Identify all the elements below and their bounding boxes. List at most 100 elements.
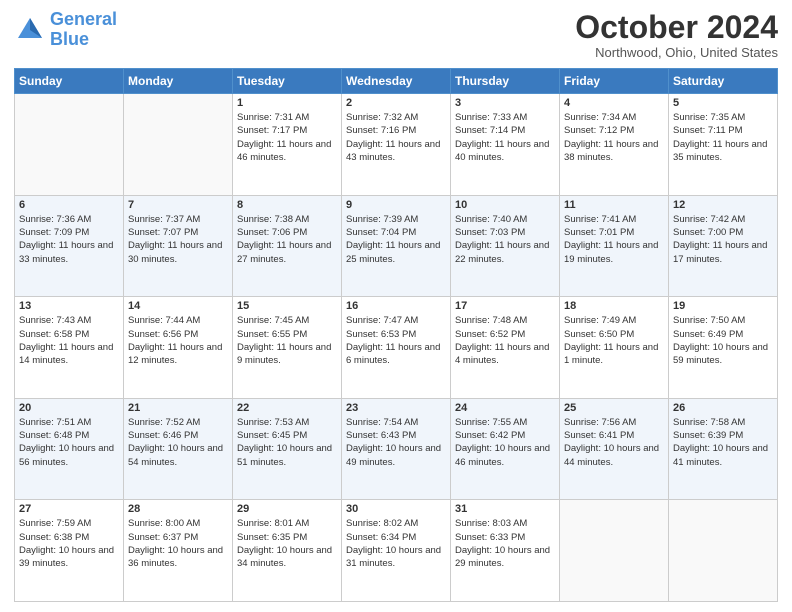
day-number: 21 <box>128 402 228 414</box>
day-info: Sunrise: 7:41 AM Sunset: 7:01 PM Dayligh… <box>564 213 664 266</box>
logo-line1: General <box>50 9 117 29</box>
calendar-cell: 15 Sunrise: 7:45 AM Sunset: 6:55 PM Dayli… <box>233 297 342 399</box>
calendar-table: SundayMondayTuesdayWednesdayThursdayFrid… <box>14 68 778 602</box>
calendar-cell <box>124 94 233 196</box>
day-info: Sunrise: 7:34 AM Sunset: 7:12 PM Dayligh… <box>564 111 664 164</box>
weekday-header-thursday: Thursday <box>451 69 560 94</box>
calendar-cell: 17 Sunrise: 7:48 AM Sunset: 6:52 PM Dayli… <box>451 297 560 399</box>
day-info: Sunrise: 7:53 AM Sunset: 6:45 PM Dayligh… <box>237 416 337 469</box>
week-row-0: 1 Sunrise: 7:31 AM Sunset: 7:17 PM Daylig… <box>15 94 778 196</box>
day-info: Sunrise: 7:51 AM Sunset: 6:48 PM Dayligh… <box>19 416 119 469</box>
day-number: 1 <box>237 97 337 109</box>
calendar-cell: 16Sunrise: 7:47 AM Sunset: 6:53 PM Dayli… <box>342 297 451 399</box>
calendar-cell: 24 Sunrise: 7:55 AM Sunset: 6:42 PM Dayli… <box>451 398 560 500</box>
page: General Blue October 2024 Northwood, Ohi… <box>0 0 792 612</box>
calendar-cell: 13 Sunrise: 7:43 AM Sunset: 6:58 PM Dayli… <box>15 297 124 399</box>
day-info: Sunrise: 7:55 AM Sunset: 6:42 PM Dayligh… <box>455 416 555 469</box>
day-info: Sunrise: 7:43 AM Sunset: 6:58 PM Dayligh… <box>19 314 119 367</box>
weekday-header-friday: Friday <box>560 69 669 94</box>
calendar-cell: 29 Sunrise: 8:01 AM Sunset: 6:35 PM Dayli… <box>233 500 342 602</box>
day-info: Sunrise: 7:48 AM Sunset: 6:52 PM Dayligh… <box>455 314 555 367</box>
day-number: 15 <box>237 300 337 312</box>
day-number: 9 <box>346 199 446 211</box>
calendar-cell: 8 Sunrise: 7:38 AM Sunset: 7:06 PM Daylig… <box>233 195 342 297</box>
day-info: Sunrise: 7:38 AM Sunset: 7:06 PM Dayligh… <box>237 213 337 266</box>
day-number: 24 <box>455 402 555 414</box>
day-number: 8 <box>237 199 337 211</box>
weekday-header-sunday: Sunday <box>15 69 124 94</box>
day-info: Sunrise: 7:44 AM Sunset: 6:56 PM Dayligh… <box>128 314 228 367</box>
day-number: 22 <box>237 402 337 414</box>
day-info: Sunrise: 7:42 AM Sunset: 7:00 PM Dayligh… <box>673 213 773 266</box>
day-number: 28 <box>128 503 228 515</box>
calendar-cell: 19 Sunrise: 7:50 AM Sunset: 6:49 PM Dayli… <box>669 297 778 399</box>
day-info: Sunrise: 7:36 AM Sunset: 7:09 PM Dayligh… <box>19 213 119 266</box>
day-number: 13 <box>19 300 119 312</box>
calendar-cell: 18 Sunrise: 7:49 AM Sunset: 6:50 PM Dayli… <box>560 297 669 399</box>
day-info: Sunrise: 7:40 AM Sunset: 7:03 PM Dayligh… <box>455 213 555 266</box>
weekday-header-tuesday: Tuesday <box>233 69 342 94</box>
calendar-cell: 1 Sunrise: 7:31 AM Sunset: 7:17 PM Daylig… <box>233 94 342 196</box>
location: Northwood, Ohio, United States <box>575 45 778 60</box>
calendar-cell: 14Sunrise: 7:44 AM Sunset: 6:56 PM Dayli… <box>124 297 233 399</box>
calendar-cell: 2 Sunrise: 7:32 AM Sunset: 7:16 PM Daylig… <box>342 94 451 196</box>
day-number: 2 <box>346 97 446 109</box>
logo-icon <box>14 14 46 46</box>
day-number: 18 <box>564 300 664 312</box>
day-info: Sunrise: 7:31 AM Sunset: 7:17 PM Dayligh… <box>237 111 337 164</box>
calendar-cell: 27Sunrise: 7:59 AM Sunset: 6:38 PM Dayli… <box>15 500 124 602</box>
day-number: 23 <box>346 402 446 414</box>
day-info: Sunrise: 8:01 AM Sunset: 6:35 PM Dayligh… <box>237 517 337 570</box>
week-row-2: 13 Sunrise: 7:43 AM Sunset: 6:58 PM Dayli… <box>15 297 778 399</box>
calendar-cell: 9 Sunrise: 7:39 AM Sunset: 7:04 PM Daylig… <box>342 195 451 297</box>
calendar-cell: 20Sunrise: 7:51 AM Sunset: 6:48 PM Dayli… <box>15 398 124 500</box>
calendar-cell <box>560 500 669 602</box>
calendar-cell <box>669 500 778 602</box>
day-info: Sunrise: 7:45 AM Sunset: 6:55 PM Dayligh… <box>237 314 337 367</box>
day-number: 3 <box>455 97 555 109</box>
day-info: Sunrise: 7:54 AM Sunset: 6:43 PM Dayligh… <box>346 416 446 469</box>
day-number: 6 <box>19 199 119 211</box>
day-number: 26 <box>673 402 773 414</box>
day-info: Sunrise: 7:50 AM Sunset: 6:49 PM Dayligh… <box>673 314 773 367</box>
day-info: Sunrise: 7:59 AM Sunset: 6:38 PM Dayligh… <box>19 517 119 570</box>
day-info: Sunrise: 8:00 AM Sunset: 6:37 PM Dayligh… <box>128 517 228 570</box>
calendar-cell: 4 Sunrise: 7:34 AM Sunset: 7:12 PM Daylig… <box>560 94 669 196</box>
calendar-cell: 12 Sunrise: 7:42 AM Sunset: 7:00 PM Dayli… <box>669 195 778 297</box>
day-info: Sunrise: 7:32 AM Sunset: 7:16 PM Dayligh… <box>346 111 446 164</box>
day-number: 29 <box>237 503 337 515</box>
weekday-header-saturday: Saturday <box>669 69 778 94</box>
weekday-header-wednesday: Wednesday <box>342 69 451 94</box>
header: General Blue October 2024 Northwood, Ohi… <box>14 10 778 60</box>
day-info: Sunrise: 8:02 AM Sunset: 6:34 PM Dayligh… <box>346 517 446 570</box>
day-number: 5 <box>673 97 773 109</box>
day-info: Sunrise: 8:03 AM Sunset: 6:33 PM Dayligh… <box>455 517 555 570</box>
day-number: 10 <box>455 199 555 211</box>
day-number: 19 <box>673 300 773 312</box>
logo: General Blue <box>14 10 117 50</box>
weekday-header-row: SundayMondayTuesdayWednesdayThursdayFrid… <box>15 69 778 94</box>
day-info: Sunrise: 7:47 AM Sunset: 6:53 PM Dayligh… <box>346 314 446 367</box>
day-number: 30 <box>346 503 446 515</box>
calendar-cell: 22 Sunrise: 7:53 AM Sunset: 6:45 PM Dayli… <box>233 398 342 500</box>
calendar-cell: 30 Sunrise: 8:02 AM Sunset: 6:34 PM Dayli… <box>342 500 451 602</box>
calendar-cell: 23 Sunrise: 7:54 AM Sunset: 6:43 PM Dayli… <box>342 398 451 500</box>
day-number: 11 <box>564 199 664 211</box>
day-number: 25 <box>564 402 664 414</box>
day-number: 17 <box>455 300 555 312</box>
calendar-cell: 6 Sunrise: 7:36 AM Sunset: 7:09 PM Daylig… <box>15 195 124 297</box>
weekday-header-monday: Monday <box>124 69 233 94</box>
week-row-1: 6 Sunrise: 7:36 AM Sunset: 7:09 PM Daylig… <box>15 195 778 297</box>
day-number: 4 <box>564 97 664 109</box>
week-row-3: 20Sunrise: 7:51 AM Sunset: 6:48 PM Dayli… <box>15 398 778 500</box>
calendar-cell: 5Sunrise: 7:35 AM Sunset: 7:11 PM Daylig… <box>669 94 778 196</box>
day-info: Sunrise: 7:49 AM Sunset: 6:50 PM Dayligh… <box>564 314 664 367</box>
calendar-cell <box>15 94 124 196</box>
logo-line2: Blue <box>50 29 89 49</box>
day-info: Sunrise: 7:58 AM Sunset: 6:39 PM Dayligh… <box>673 416 773 469</box>
day-info: Sunrise: 7:39 AM Sunset: 7:04 PM Dayligh… <box>346 213 446 266</box>
calendar-cell: 28 Sunrise: 8:00 AM Sunset: 6:37 PM Dayli… <box>124 500 233 602</box>
day-info: Sunrise: 7:52 AM Sunset: 6:46 PM Dayligh… <box>128 416 228 469</box>
day-number: 12 <box>673 199 773 211</box>
day-info: Sunrise: 7:33 AM Sunset: 7:14 PM Dayligh… <box>455 111 555 164</box>
